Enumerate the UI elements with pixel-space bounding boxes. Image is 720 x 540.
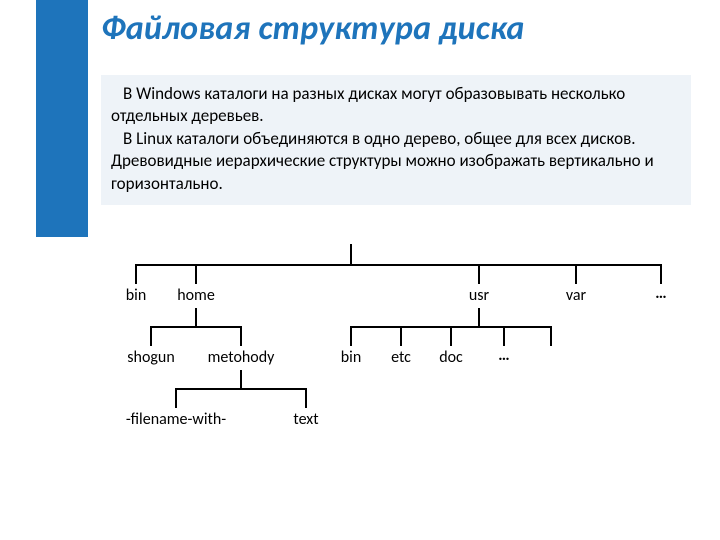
page-title: Файловая структура диска <box>101 8 524 49</box>
tree-connector <box>660 264 662 284</box>
description-p1: В Windows каталоги на разных дисках могу… <box>111 83 681 128</box>
tree-connector <box>240 370 242 388</box>
tree-connector <box>400 326 402 346</box>
tree-connector <box>550 326 552 346</box>
tree-node-usr-etc: etc <box>391 348 411 367</box>
tree-node-usr: usr <box>469 286 489 305</box>
tree-node-var: var <box>566 286 586 305</box>
tree-connector <box>150 326 152 346</box>
tree-node-ellipsis-1: … <box>655 284 666 303</box>
sidebar-stripe <box>36 0 88 237</box>
tree-node-filename: -filename-with- <box>126 410 226 429</box>
tree-connector <box>175 388 305 390</box>
description-box: В Windows каталоги на разных дисках могу… <box>101 75 691 205</box>
tree-node-text: text <box>293 410 318 429</box>
tree-node-metohody: metohody <box>208 348 275 367</box>
tree-connector <box>150 326 240 328</box>
tree-connector <box>478 264 480 284</box>
tree-connector <box>450 326 452 346</box>
tree-connector <box>350 326 352 346</box>
tree-connector <box>503 326 505 346</box>
tree-node-shogun: shogun <box>127 348 174 367</box>
description-p2: В Linux каталоги объединяются в одно дер… <box>111 128 681 195</box>
tree-node-usr-doc: doc <box>439 348 463 367</box>
tree-connector <box>175 388 177 408</box>
tree-connector <box>135 264 660 266</box>
tree-connector <box>195 308 197 326</box>
tree-node-bin: bin <box>126 286 146 305</box>
tree-connector <box>195 264 197 284</box>
tree-node-ellipsis-2: … <box>498 346 509 365</box>
tree-connector <box>305 388 307 408</box>
tree-connector <box>575 264 577 284</box>
tree-connector <box>240 326 242 346</box>
tree-connector <box>478 308 480 326</box>
tree-connector <box>350 326 550 328</box>
tree-connector <box>350 244 352 264</box>
tree-node-usr-bin: bin <box>341 348 361 367</box>
tree-node-home: home <box>177 286 215 305</box>
tree-connector <box>135 264 137 284</box>
